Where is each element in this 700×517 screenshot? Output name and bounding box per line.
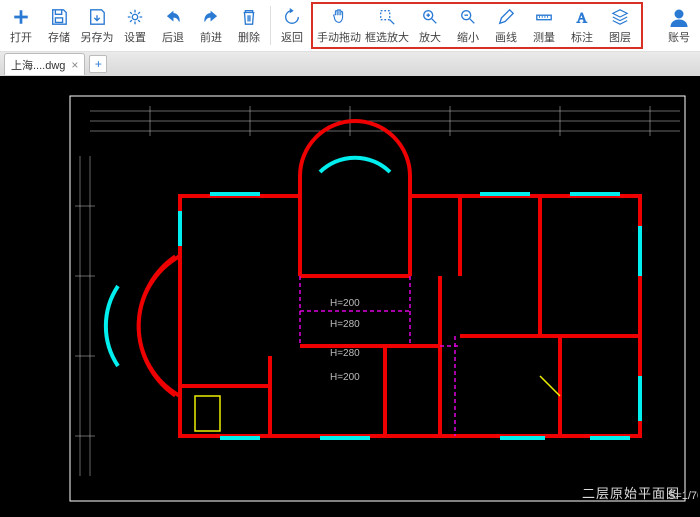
back-icon — [282, 7, 302, 27]
back-label: 返回 — [281, 29, 303, 45]
redo-button[interactable]: 前进 — [192, 0, 230, 51]
saveas-icon — [87, 7, 107, 27]
ruler-icon — [534, 7, 554, 27]
height-label-4: H=200 — [330, 372, 360, 383]
open-button[interactable]: 打开 — [2, 0, 40, 51]
height-label-1: H=200 — [330, 298, 360, 309]
layers-label: 图层 — [609, 29, 631, 45]
svg-text:A: A — [577, 10, 588, 26]
save-label: 存储 — [48, 29, 70, 45]
toolbar-separator — [270, 6, 271, 45]
undo-label: 后退 — [162, 29, 184, 45]
close-icon[interactable]: × — [71, 58, 78, 72]
zoom-out-icon — [458, 7, 478, 27]
layers-button[interactable]: 图层 — [601, 4, 639, 47]
zoomout-label: 缩小 — [457, 29, 479, 45]
redo-icon — [201, 7, 221, 27]
save-button[interactable]: 存储 — [40, 0, 78, 51]
pencil-icon — [496, 7, 516, 27]
saveas-label: 另存为 — [81, 29, 114, 45]
zoomin-label: 放大 — [419, 29, 441, 45]
cad-drawing — [0, 76, 700, 517]
height-label-2: H=280 — [330, 319, 360, 330]
tab-label: 上海....dwg — [11, 57, 65, 73]
plus-icon — [11, 7, 31, 27]
zoomin-button[interactable]: 放大 — [411, 4, 449, 47]
file-tab[interactable]: 上海....dwg × — [4, 53, 85, 75]
annotate-button[interactable]: A 标注 — [563, 4, 601, 47]
drawing-canvas[interactable]: H=200 H=280 H=280 H=200 二层原始平面图 S=1/70 — [0, 76, 700, 517]
main-toolbar: 打开 存储 另存为 设置 后退 前进 删除 — [0, 0, 700, 52]
highlighted-tool-group: 手动拖动 框选放大 放大 缩小 画线 — [311, 2, 643, 49]
pan-label: 手动拖动 — [317, 29, 361, 45]
pan-button[interactable]: 手动拖动 — [315, 4, 363, 47]
settings-button[interactable]: 设置 — [116, 0, 154, 51]
add-tab-button[interactable]: + — [89, 55, 107, 73]
hand-icon — [329, 7, 349, 27]
drawing-ratio: S=1/70 — [668, 490, 698, 502]
settings-label: 设置 — [124, 29, 146, 45]
open-label: 打开 — [10, 29, 32, 45]
text-icon: A — [572, 7, 592, 27]
back-button[interactable]: 返回 — [273, 0, 311, 51]
undo-icon — [163, 7, 183, 27]
height-label-3: H=280 — [330, 348, 360, 359]
save-icon — [49, 7, 69, 27]
account-label: 账号 — [668, 29, 690, 45]
delete-button[interactable]: 删除 — [230, 0, 268, 51]
drawline-label: 画线 — [495, 29, 517, 45]
gear-icon — [125, 7, 145, 27]
redo-label: 前进 — [200, 29, 222, 45]
measure-label: 测量 — [533, 29, 555, 45]
zoomout-button[interactable]: 缩小 — [449, 4, 487, 47]
user-icon — [669, 7, 689, 27]
annotate-label: 标注 — [571, 29, 593, 45]
zoombox-label: 框选放大 — [365, 29, 409, 45]
account-button[interactable]: 账号 — [660, 0, 698, 51]
layers-icon — [610, 7, 630, 27]
zoom-in-icon — [420, 7, 440, 27]
measure-button[interactable]: 测量 — [525, 4, 563, 47]
drawline-button[interactable]: 画线 — [487, 4, 525, 47]
drawing-title: 二层原始平面图 — [582, 483, 680, 502]
delete-label: 删除 — [238, 29, 260, 45]
saveas-button[interactable]: 另存为 — [78, 0, 116, 51]
zoom-box-icon — [377, 7, 397, 27]
tab-bar: 上海....dwg × + — [0, 52, 700, 76]
undo-button[interactable]: 后退 — [154, 0, 192, 51]
zoombox-button[interactable]: 框选放大 — [363, 4, 411, 47]
trash-icon — [239, 7, 259, 27]
